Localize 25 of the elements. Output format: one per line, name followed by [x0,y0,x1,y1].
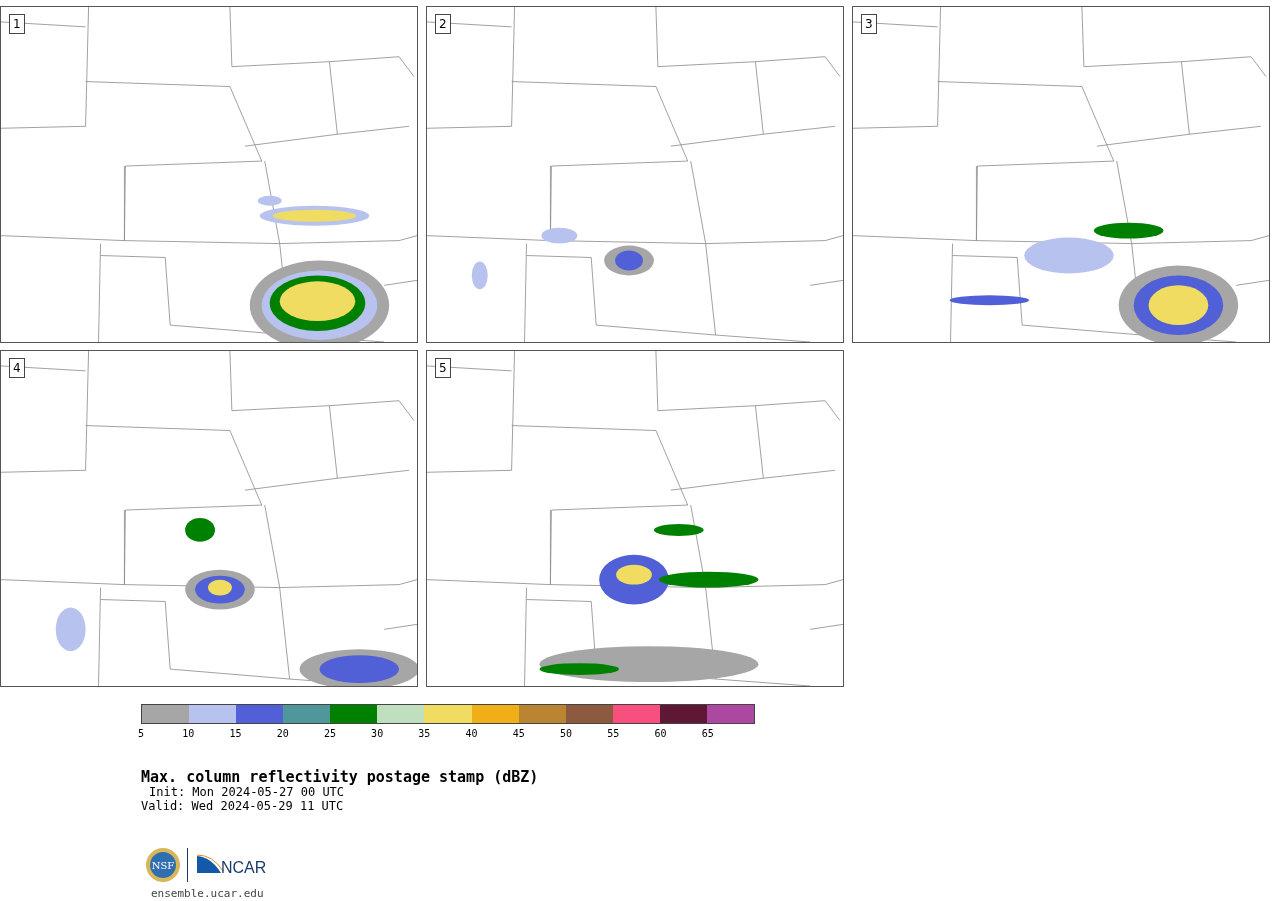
tick-label: 20 [276,728,289,739]
tick-label: 65 [701,728,714,739]
logo-divider [187,848,189,882]
tick-label: 5 [138,728,144,739]
panel-number: 4 [9,358,25,378]
chart-title: Max. column reflectivity postage stamp (dBZ) [141,769,540,785]
tick-label: 50 [560,728,573,739]
ncar-logo: NCAR [195,853,271,877]
valid-time: Valid: Wed 2024-05-29 11 UTC [141,799,345,813]
tick-label: 10 [182,728,195,739]
tick-label: 30 [371,728,384,739]
tick-label: 25 [323,728,336,739]
panel-number: 5 [435,358,451,378]
tick-label: 55 [607,728,620,739]
panel-number: 2 [435,14,451,34]
panel-number: 3 [861,14,877,34]
tick-label: 45 [512,728,525,739]
tick-label: 15 [229,728,242,739]
tick-label: 35 [418,728,431,739]
tick-label: 60 [654,728,667,739]
tick-label: 40 [465,728,478,739]
site-url: ensemble.ucar.edu [151,887,265,900]
panel-number: 1 [9,14,25,34]
init-time: Init: Mon 2024-05-27 00 UTC [149,785,346,799]
seal-logo: NSF [145,847,181,883]
